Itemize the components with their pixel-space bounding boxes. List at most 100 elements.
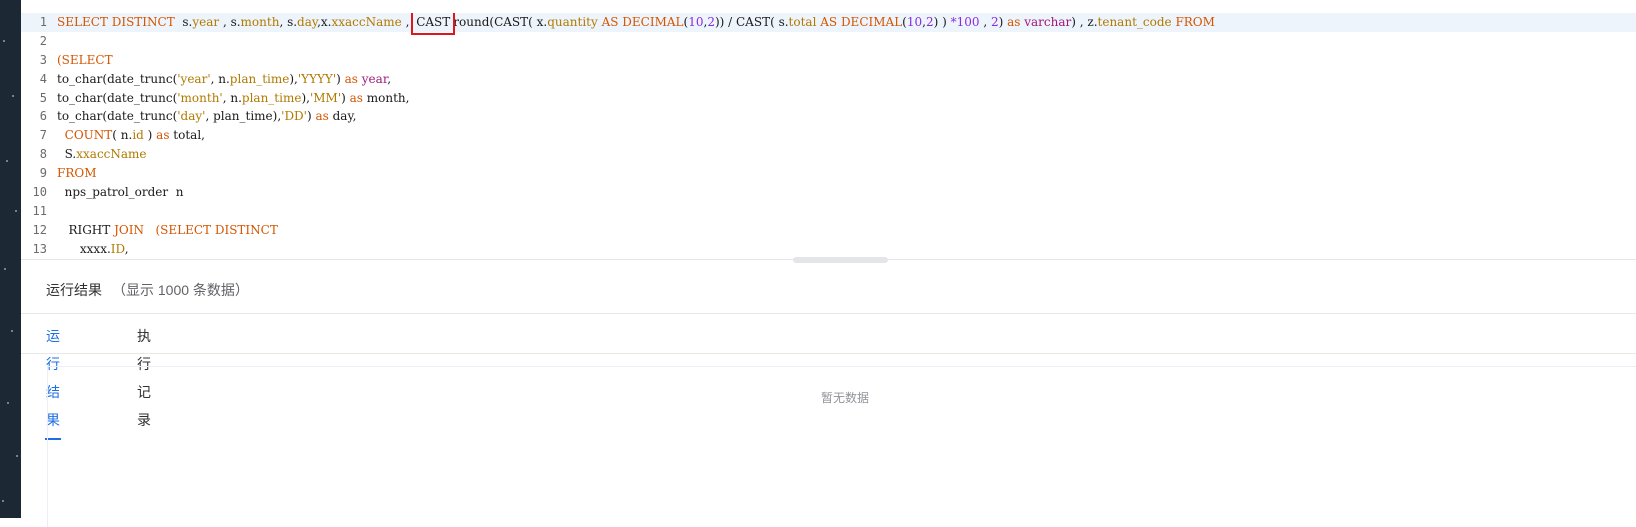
- code-token: ID: [110, 241, 125, 256]
- results-table: 暂无数据: [47, 366, 1636, 527]
- code-text: to_char(date_trunc('day', plan_time),'DD…: [57, 107, 356, 126]
- code-token: AS DECIMAL: [597, 15, 684, 29]
- code-token: id: [132, 128, 144, 143]
- code-token: to_char(date_trunc(: [57, 71, 178, 86]
- code-token: 2: [990, 15, 999, 29]
- code-token: month,: [362, 90, 410, 105]
- code-token: , s.: [219, 15, 241, 29]
- result-count-note: （显示 1000 条数据）: [112, 282, 249, 298]
- code-token: S.: [57, 147, 77, 162]
- code-token: as: [315, 109, 329, 124]
- empty-state-text: 暂无数据: [820, 391, 869, 405]
- code-token: round(CAST( x.: [453, 15, 548, 29]
- code-token: s.: [182, 15, 193, 29]
- code-token: 'YYYY': [297, 71, 337, 86]
- code-text: to_char(date_trunc('month', n.plan_time)…: [57, 89, 409, 108]
- line-number: 13: [32, 241, 47, 256]
- code-line[interactable]: 12 RIGHT JOIN (SELECT DISTINCT: [21, 221, 1636, 240]
- code-line[interactable]: 1 SELECT DISTINCT s.year , s.month, s.day…: [21, 13, 1636, 35]
- code-token: 'month': [177, 90, 223, 105]
- code-token: )) / CAST( s.: [714, 15, 789, 29]
- line-number: 4: [39, 71, 47, 86]
- code-token: , plan_time),: [205, 109, 282, 124]
- code-token: FROM: [1171, 15, 1215, 29]
- code-token: 'day': [177, 109, 206, 124]
- code-token: ): [143, 128, 157, 143]
- result-header: 运行结果 （显示 1000 条数据）: [46, 280, 249, 300]
- line-number: 8: [39, 147, 47, 162]
- sql-code-editor[interactable]: 1 SELECT DISTINCT s.year , s.month, s.day…: [21, 13, 1636, 259]
- code-line[interactable]: 2: [21, 32, 1636, 51]
- code-token: FROM: [57, 166, 97, 181]
- code-line[interactable]: 4 to_char(date_trunc('year', n.plan_time)…: [21, 70, 1636, 89]
- code-token: ): [341, 90, 350, 105]
- code-token: to_char(date_trunc(: [57, 109, 178, 124]
- code-text: nps_patrol_order n: [57, 183, 184, 202]
- code-line[interactable]: 7 COUNT( n.id ) as total,: [21, 126, 1636, 145]
- code-token: 'MM': [309, 90, 342, 105]
- line-number: 12: [32, 222, 47, 237]
- code-line[interactable]: 13 xxxx.ID,: [21, 240, 1636, 259]
- code-token: 'year': [177, 71, 211, 86]
- code-token: 10: [906, 15, 923, 29]
- code-token: as: [156, 128, 170, 143]
- result-title: 运行结果: [46, 282, 102, 298]
- line-number: 9: [39, 166, 47, 181]
- line-number: 7: [39, 128, 47, 143]
- header-divider: [21, 313, 1636, 314]
- code-token: as: [1007, 15, 1021, 29]
- code-token: quantity: [547, 15, 598, 29]
- code-line[interactable]: 11: [21, 202, 1636, 221]
- tabs-divider: [21, 353, 1636, 354]
- code-token: *100: [950, 15, 980, 29]
- code-line[interactable]: 10 nps_patrol_order n: [21, 183, 1636, 202]
- code-token: ),: [289, 71, 298, 86]
- code-line[interactable]: 3 (SELECT: [21, 51, 1636, 70]
- code-token: ,x.: [317, 15, 332, 29]
- code-token: ),: [301, 90, 310, 105]
- code-token: day: [297, 15, 318, 29]
- code-token: ) ): [933, 15, 951, 29]
- code-text: S.xxaccName: [57, 145, 147, 164]
- code-token: 'DD': [281, 109, 307, 124]
- code-token: 2: [707, 15, 715, 29]
- code-token: SELECT DISTINCT: [57, 15, 183, 29]
- code-token: as: [344, 71, 358, 86]
- code-token: RIGHT: [57, 222, 115, 237]
- code-token: total,: [169, 128, 205, 143]
- line-number: 11: [32, 203, 47, 218]
- code-line[interactable]: 5 to_char(date_trunc('month', n.plan_time…: [21, 89, 1636, 108]
- code-token: xxaccName: [76, 147, 147, 162]
- code-token: JOIN: [114, 222, 144, 237]
- code-line[interactable]: 9 FROM: [21, 164, 1636, 183]
- code-token: , n.: [222, 90, 242, 105]
- code-token: COUNT: [64, 128, 113, 143]
- code-token: , n.: [210, 71, 230, 86]
- desktop-background-strip: [0, 0, 21, 518]
- code-token: ): [336, 71, 345, 86]
- code-token: ,: [124, 241, 129, 256]
- code-line[interactable]: 8 S.xxaccName: [21, 145, 1636, 164]
- code-text: SELECT DISTINCT s.year , s.month, s.day,…: [57, 13, 1215, 35]
- code-token: nps_patrol_order n: [57, 185, 184, 200]
- code-token: month: [240, 15, 280, 29]
- code-token: year: [361, 71, 388, 86]
- resize-handle[interactable]: [793, 257, 888, 263]
- line-number: 5: [39, 90, 47, 105]
- line-number: 10: [32, 185, 47, 200]
- code-token: 2: [925, 15, 934, 29]
- code-token: , s.: [279, 15, 298, 29]
- line-number: 1: [39, 15, 47, 29]
- code-token: total: [788, 15, 817, 29]
- code-text: (SELECT: [57, 51, 113, 70]
- line-number: 2: [39, 33, 47, 48]
- code-token: varchar: [1024, 15, 1072, 29]
- code-text: FROM: [57, 164, 97, 183]
- code-token: year: [192, 15, 220, 29]
- code-token: ,: [387, 71, 392, 86]
- code-token: ,: [979, 15, 991, 29]
- code-line[interactable]: 6 to_char(date_trunc('day', plan_time),'D…: [21, 107, 1636, 126]
- code-text: RIGHT JOIN (SELECT DISTINCT: [57, 221, 277, 240]
